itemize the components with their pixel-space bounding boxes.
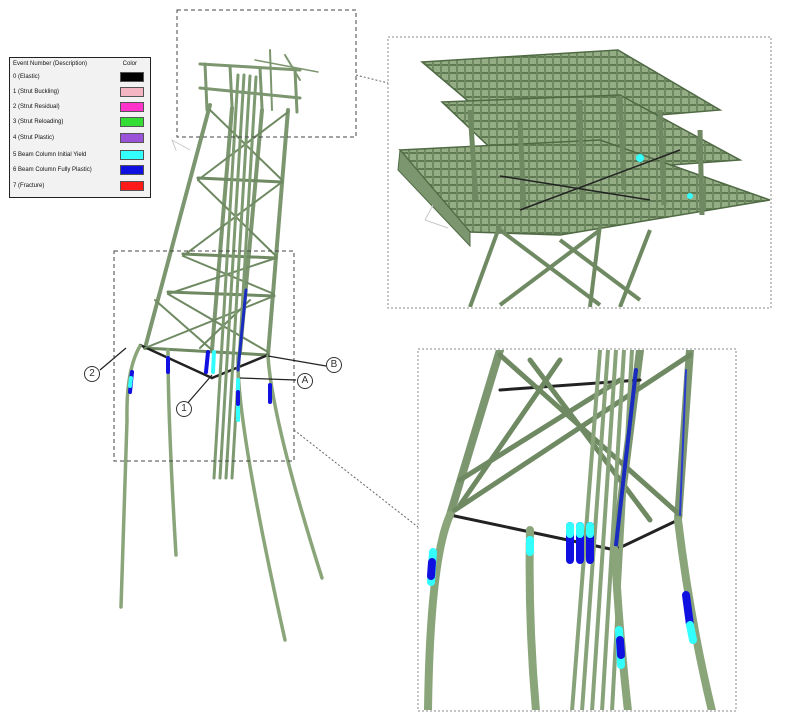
legend-swatch bbox=[120, 165, 144, 175]
topside-zoom-view bbox=[387, 36, 772, 309]
legend-label: 7 (Fracture) bbox=[13, 183, 45, 189]
legend-label: 1 (Strut Buckling) bbox=[13, 89, 60, 95]
legend-label: 0 (Elastic) bbox=[13, 74, 40, 80]
main-topside-deck bbox=[198, 49, 319, 114]
legend-row: 0 (Elastic) bbox=[13, 72, 146, 82]
legend-swatch bbox=[120, 133, 144, 143]
legend-header-event: Event Number (Description) bbox=[13, 61, 88, 67]
callout-1: 1 bbox=[176, 401, 192, 417]
legend-swatch bbox=[120, 117, 144, 127]
legend-row: 3 (Strut Reloading) bbox=[13, 117, 146, 127]
legend-row: 5 Beam Column Initial Yield bbox=[13, 150, 146, 160]
base-zoom-view bbox=[417, 348, 737, 712]
callout-b: B bbox=[326, 357, 342, 373]
legend-row: 7 (Fracture) bbox=[13, 181, 146, 191]
topside-selection-box bbox=[176, 9, 357, 138]
event-legend: Event Number (Description) Color 0 (Elas… bbox=[9, 57, 151, 198]
legend-header: Event Number (Description) Color bbox=[13, 61, 146, 69]
legend-swatch bbox=[120, 102, 144, 112]
legend-header-color: Color bbox=[122, 61, 137, 67]
legend-swatch bbox=[120, 150, 144, 160]
callout-2: 2 bbox=[84, 366, 100, 382]
main-jacket-view bbox=[119, 49, 324, 642]
topside-yield-spot bbox=[636, 154, 644, 162]
legend-label: 3 (Strut Reloading) bbox=[13, 119, 64, 125]
legend-label: 2 (Strut Residual) bbox=[13, 104, 60, 110]
legend-label: 4 (Strut Plastic) bbox=[13, 135, 55, 141]
legend-swatch bbox=[120, 72, 144, 82]
callout-a: A bbox=[297, 373, 313, 389]
main-piles bbox=[119, 344, 324, 642]
legend-row: 4 (Strut Plastic) bbox=[13, 133, 146, 143]
legend-label: 6 Beam Column Fully Plastic) bbox=[13, 167, 92, 173]
legend-swatch bbox=[120, 181, 144, 191]
legend-row: 6 Beam Column Fully Plastic) bbox=[13, 165, 146, 175]
legend-swatch bbox=[120, 87, 144, 97]
legend-row: 1 (Strut Buckling) bbox=[13, 87, 146, 97]
legend-label: 5 Beam Column Initial Yield bbox=[13, 152, 87, 158]
legend-row: 2 (Strut Residual) bbox=[13, 102, 146, 112]
axis-gizmo bbox=[171, 139, 191, 151]
